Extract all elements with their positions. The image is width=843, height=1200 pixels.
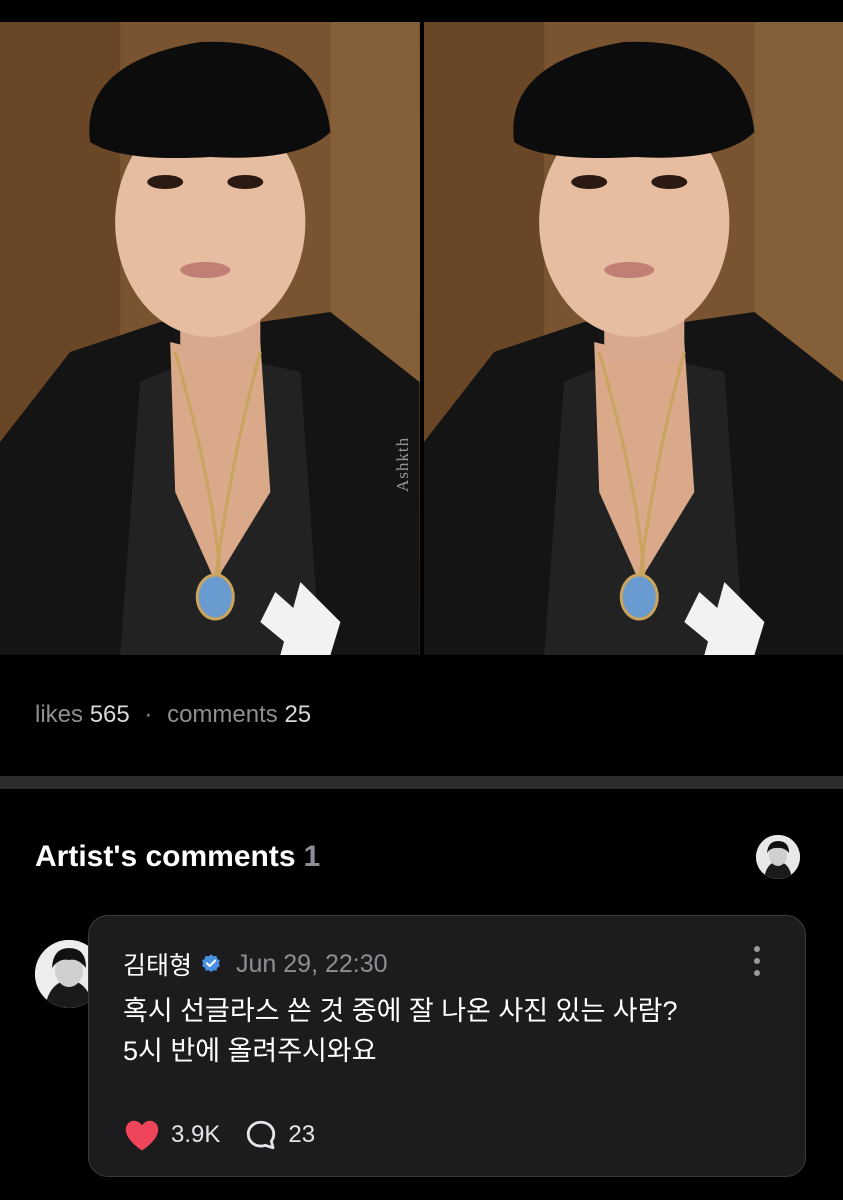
reply-bubble-icon[interactable] (244, 1118, 278, 1152)
post-stats: likes 565 · comments 25 (35, 701, 311, 729)
heart-icon[interactable] (123, 1118, 161, 1152)
artist-avatar[interactable] (756, 835, 800, 879)
comment-reply-count: 23 (288, 1121, 316, 1148)
comment-header: 김태형 Jun 29, 22:30 (123, 946, 388, 982)
comment-body: 혹시 선글라스 쓴 것 중에 잘 나온 사진 있는 사람? 5시 반에 올려주시… (123, 996, 678, 1066)
comment-reactions: 3.9K 23 (123, 1118, 315, 1152)
comment-like-count: 3.9K (171, 1121, 221, 1148)
artist-comments-title: Artist's comments 1 (35, 840, 320, 874)
artist-comment-card[interactable]: 김태형 Jun 29, 22:30 혹시 선글라스 쓴 것 중에 잘 나온 사진… (88, 915, 806, 1177)
artist-comments-label: Artist's comments (35, 840, 296, 873)
verified-badge-icon (202, 954, 220, 973)
comments-label: comments (167, 701, 278, 728)
watermark-text: Ashkth (393, 436, 412, 492)
stats-separator: · (144, 701, 153, 728)
comment-timestamp: Jun 29, 22:30 (236, 949, 388, 978)
artist-comments-count: 1 (303, 840, 321, 873)
likes-label: likes (35, 701, 84, 728)
portrait-illustration (423, 22, 843, 655)
comments-count[interactable]: 25 (284, 701, 311, 728)
portrait-illustration (0, 22, 420, 655)
likes-count[interactable]: 565 (90, 701, 130, 728)
post-photo-right[interactable] (423, 22, 843, 655)
comment-author-name[interactable]: 김태형 (123, 946, 192, 982)
post-image-strip[interactable]: Ashkth (0, 22, 843, 655)
section-divider (0, 776, 843, 789)
more-vertical-icon[interactable] (753, 946, 761, 976)
post-photo-left[interactable]: Ashkth (0, 22, 420, 655)
avatar-illustration (756, 835, 800, 879)
